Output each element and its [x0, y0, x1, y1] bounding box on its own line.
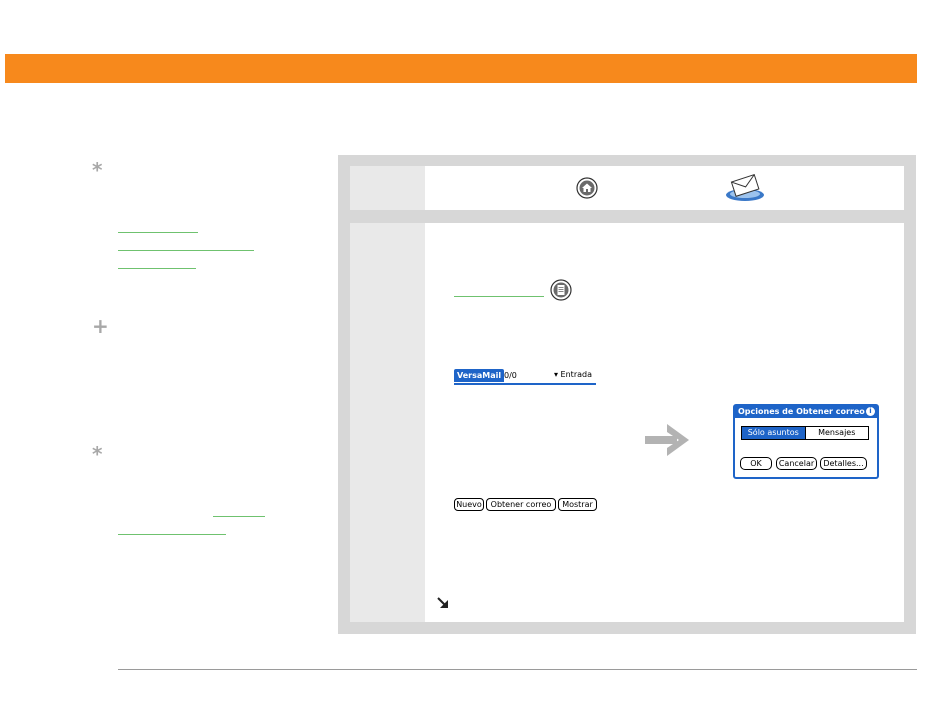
sidebar-link[interactable]: [118, 241, 254, 251]
dialog-title-text: Opciones de Obtener correo: [738, 407, 865, 416]
step-row-1: [425, 166, 904, 210]
info-icon[interactable]: i: [866, 407, 875, 416]
ok-button[interactable]: OK: [740, 457, 772, 470]
message-count: 0/0: [504, 371, 517, 380]
asterisk-icon: *: [92, 158, 103, 182]
footer-divider: [118, 669, 917, 670]
app-name: VersaMail: [454, 369, 505, 382]
menu-link[interactable]: [454, 296, 544, 297]
segment-subjects-only[interactable]: Sólo asuntos: [742, 427, 805, 439]
sidebar-link[interactable]: [118, 533, 226, 535]
right-arrow-icon: [645, 424, 689, 456]
step-number-cell: [350, 166, 425, 210]
new-button[interactable]: Nuevo: [454, 498, 484, 511]
continue-arrow-icon: [437, 597, 448, 608]
menu-icon: [550, 279, 572, 301]
versamail-title-bar: VersaMail 0/0 ▾ Entrada: [454, 367, 596, 385]
sidebar-link[interactable]: [213, 515, 265, 517]
dialog-title: Opciones de Obtener correo i: [735, 406, 877, 418]
cancel-button[interactable]: Cancelar: [776, 457, 817, 470]
sidebar-link[interactable]: [118, 223, 198, 233]
segment-messages[interactable]: Mensajes: [804, 427, 868, 439]
details-button[interactable]: Detalles...: [820, 457, 867, 470]
folder-selector[interactable]: ▾ Entrada: [554, 369, 592, 380]
plus-icon: +: [92, 314, 109, 338]
step-number-cell: [350, 223, 425, 622]
retrieve-segment-control: Sólo asuntos Mensajes: [741, 426, 869, 440]
mail-icon: [726, 174, 764, 201]
sidebar-links: [118, 223, 258, 277]
get-mail-button[interactable]: Obtener correo: [486, 498, 556, 511]
show-button[interactable]: Mostrar: [558, 498, 597, 511]
get-mail-options-dialog: Opciones de Obtener correo i Sólo asunto…: [733, 404, 879, 479]
sidebar-link[interactable]: [118, 259, 196, 269]
asterisk-icon: *: [92, 442, 103, 466]
header-banner: [5, 54, 917, 83]
home-icon: [576, 177, 598, 199]
